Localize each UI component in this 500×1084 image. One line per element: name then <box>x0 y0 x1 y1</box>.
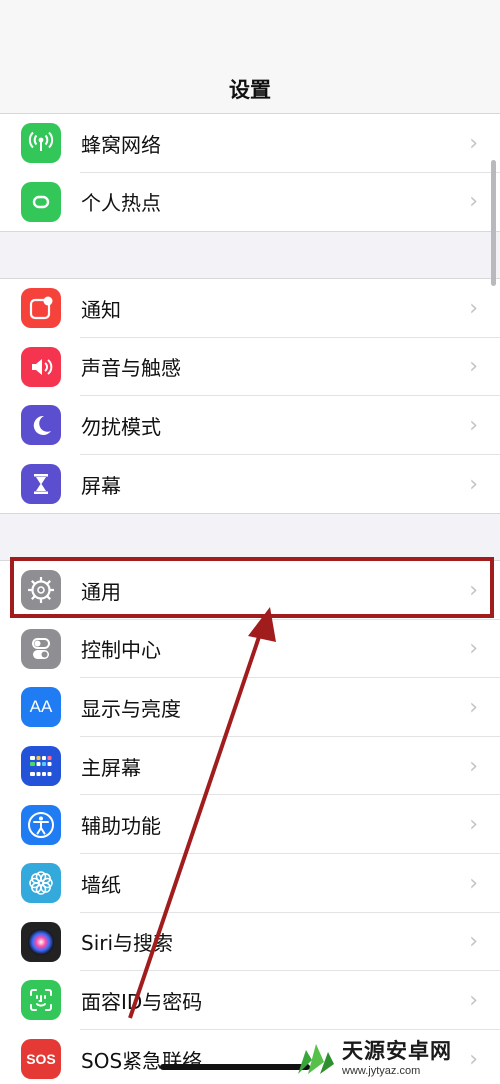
annotation-arrow <box>128 607 276 1019</box>
watermark-logo-icon <box>298 1044 334 1074</box>
watermark-name: 天源安卓网 <box>342 1039 452 1063</box>
home-indicator[interactable] <box>160 1064 310 1070</box>
watermark-url: www.jytyaz.com <box>342 1065 421 1077</box>
watermark: 天源安卓网 www.jytyaz.com <box>294 1034 494 1078</box>
